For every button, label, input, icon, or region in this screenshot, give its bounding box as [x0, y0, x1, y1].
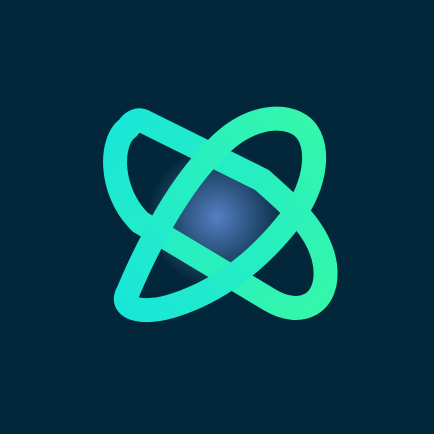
- app-icon: [0, 0, 434, 434]
- x-logo-icon: [103, 106, 338, 323]
